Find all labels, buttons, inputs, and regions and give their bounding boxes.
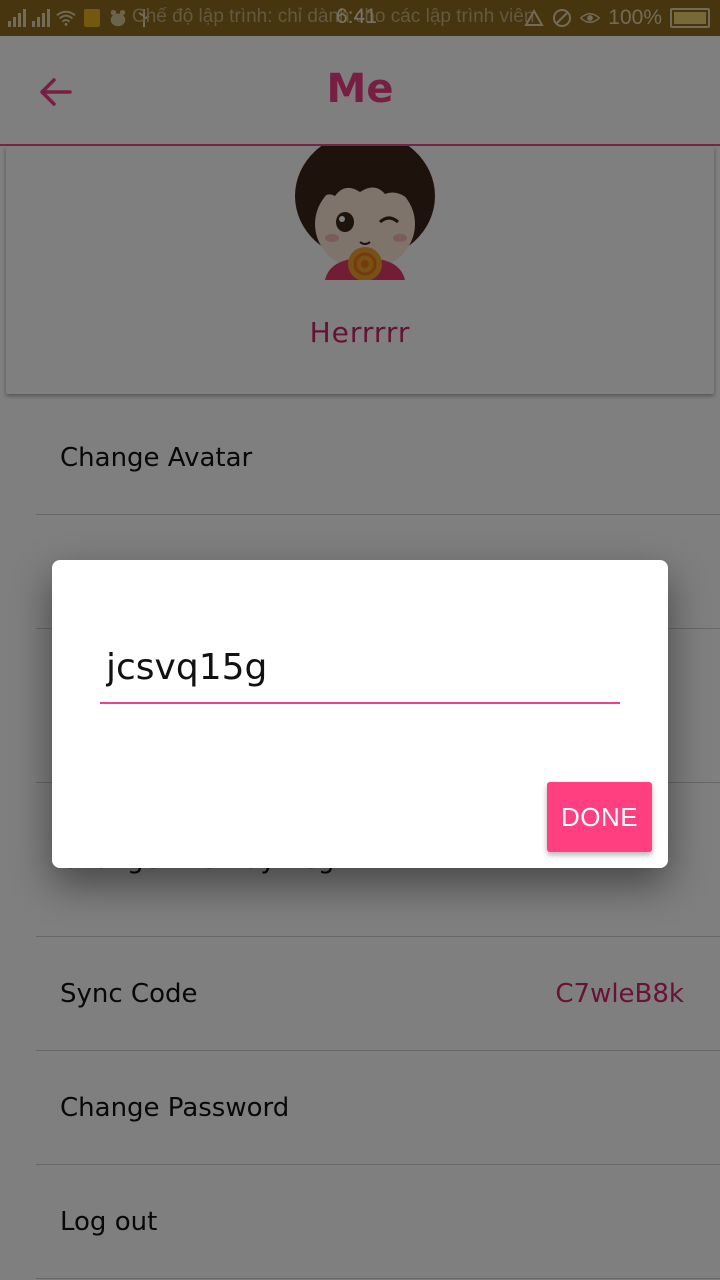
done-button[interactable]: DONE: [547, 782, 652, 852]
sync-code-dialog: DONE: [52, 560, 668, 868]
sync-code-input[interactable]: [100, 632, 620, 704]
